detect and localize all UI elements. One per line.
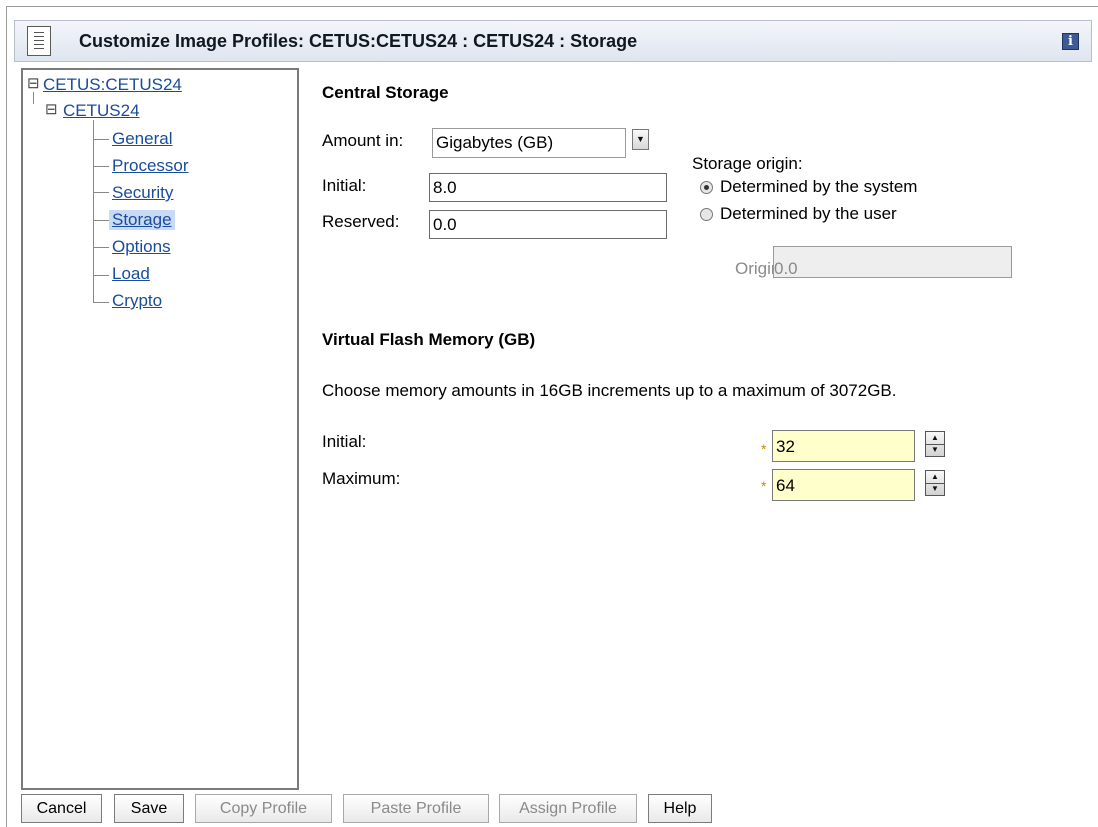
tree-node-cetus24[interactable]: CETUS24: [63, 101, 140, 121]
assign-profile-button[interactable]: Assign Profile: [499, 794, 637, 823]
required-icon: *: [761, 478, 767, 494]
vfm-initial-input[interactable]: 32: [772, 430, 915, 462]
help-button[interactable]: Help: [648, 794, 712, 823]
vfm-maximum-input[interactable]: 64: [772, 469, 915, 501]
vfm-maximum-stepper[interactable]: ▲ ▼: [925, 470, 945, 496]
vfm-initial-label: Initial:: [322, 432, 367, 451]
vfm-description: Choose memory amounts in 16GB increments…: [322, 381, 897, 400]
nav-item-load[interactable]: Load: [112, 264, 150, 284]
initial-storage-input[interactable]: 8.0: [429, 173, 667, 202]
copy-profile-button[interactable]: Copy Profile: [195, 794, 332, 823]
save-button[interactable]: Save: [114, 794, 184, 823]
nav-item-storage[interactable]: Storage: [109, 210, 175, 230]
initial-label: Initial:: [322, 176, 367, 195]
central-storage-heading: Central Storage: [322, 83, 449, 102]
storage-origin-heading: Storage origin:: [692, 154, 803, 173]
collapse-icon[interactable]: ⊟: [27, 74, 40, 92]
navigation-tree: ⊟ CETUS:CETUS24 ⊟ CETUS24 General Proces…: [21, 68, 299, 790]
tree-node-cetus-cetus24[interactable]: CETUS:CETUS24: [43, 75, 182, 95]
nav-item-general[interactable]: General: [112, 129, 172, 149]
cancel-button[interactable]: Cancel: [21, 794, 102, 823]
title-bar: Customize Image Profiles: CETUS:CETUS24 …: [14, 20, 1092, 62]
paste-profile-button[interactable]: Paste Profile: [343, 794, 489, 823]
origin-input: 0.0: [773, 246, 1012, 278]
nav-item-crypto[interactable]: Crypto: [112, 291, 162, 311]
collapse-icon[interactable]: ⊟: [45, 100, 58, 118]
chevron-down-icon[interactable]: ▼: [632, 129, 649, 150]
origin-user-label: Determined by the user: [720, 204, 897, 223]
nav-item-options[interactable]: Options: [112, 237, 171, 257]
reserved-storage-input[interactable]: 0.0: [429, 210, 667, 239]
amount-in-select[interactable]: Gigabytes (GB): [432, 128, 626, 158]
nav-item-processor[interactable]: Processor: [112, 156, 189, 176]
vfm-heading: Virtual Flash Memory (GB): [322, 330, 536, 349]
origin-system-radio[interactable]: [700, 181, 713, 194]
reserved-label: Reserved:: [322, 212, 400, 231]
page-icon: [27, 26, 51, 56]
origin-system-label: Determined by the system: [720, 177, 918, 196]
window-title: Customize Image Profiles: CETUS:CETUS24 …: [79, 31, 638, 51]
vfm-maximum-label: Maximum:: [322, 469, 401, 488]
vfm-initial-stepper[interactable]: ▲ ▼: [925, 431, 945, 457]
origin-user-radio[interactable]: [700, 208, 713, 221]
spin-down-icon[interactable]: ▼: [926, 444, 944, 456]
amount-in-label: Amount in:: [322, 131, 404, 150]
nav-item-security[interactable]: Security: [112, 183, 173, 203]
spin-down-icon[interactable]: ▼: [926, 483, 944, 495]
required-icon: *: [761, 441, 767, 457]
info-icon[interactable]: i: [1062, 33, 1079, 50]
